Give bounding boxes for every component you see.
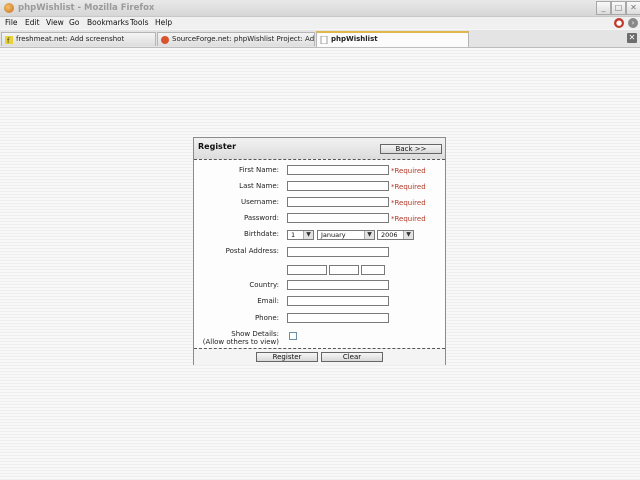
required-note: *Required [391, 215, 426, 223]
panel-footer: Register Clear [194, 348, 445, 365]
tab-sourceforge[interactable]: SourceForge.net: phpWishlist Project: Ad… [157, 32, 315, 46]
birth-day-select[interactable]: 1 ▼ [287, 230, 314, 240]
tab-phpwishlist[interactable]: phpWishlist [316, 31, 469, 47]
required-note: *Required [391, 199, 426, 207]
menu-view[interactable]: View [46, 18, 64, 27]
last-name-input[interactable] [287, 181, 389, 191]
birthdate-label: Birthdate: [244, 230, 279, 238]
last-name-label: Last Name: [239, 182, 279, 190]
postal-state-input[interactable] [329, 265, 359, 275]
sourceforge-icon [161, 36, 169, 44]
required-note: *Required [391, 183, 426, 191]
minimize-button[interactable]: _ [596, 1, 611, 15]
show-details-checkbox[interactable] [289, 332, 297, 340]
menu-file[interactable]: File [5, 18, 18, 27]
email-label: Email: [257, 297, 279, 305]
chevron-down-icon: ▼ [403, 231, 413, 239]
tab-label: freshmeat.net: Add screenshot [16, 35, 125, 43]
page-icon [320, 36, 328, 44]
postal-address-input[interactable] [287, 247, 389, 257]
postal-address-label: Postal Address: [225, 247, 279, 255]
birth-year-select[interactable]: 2006 ▼ [377, 230, 414, 240]
username-label: Username: [240, 198, 279, 206]
close-window-button[interactable]: ✕ [626, 1, 640, 15]
menu-bar: File Edit View Go Bookmarks Tools Help ●… [0, 17, 640, 29]
tab-label: SourceForge.net: phpWishlist Project: Ad… [172, 35, 315, 43]
country-input[interactable] [287, 280, 389, 290]
birth-month-select[interactable]: January ▼ [317, 230, 375, 240]
chevron-down-icon: ▼ [364, 231, 374, 239]
register-panel: Register Back >> First Name: *Required L… [193, 137, 446, 365]
menu-go[interactable]: Go [69, 18, 79, 27]
freshmeat-icon: f [5, 36, 13, 44]
phone-input[interactable] [287, 313, 389, 323]
username-input[interactable] [287, 197, 389, 207]
panel-header: Register Back >> [194, 138, 445, 160]
stop-icon[interactable]: ● [614, 18, 624, 28]
forward-icon[interactable]: › [628, 18, 638, 28]
email-input[interactable] [287, 296, 389, 306]
tab-label: phpWishlist [331, 35, 378, 43]
register-button[interactable]: Register [256, 352, 318, 362]
menu-tools[interactable]: Tools [130, 18, 148, 27]
menu-bookmarks[interactable]: Bookmarks [87, 18, 129, 27]
maximize-button[interactable]: □ [611, 1, 626, 15]
menu-help[interactable]: Help [155, 18, 172, 27]
show-details-hint: (Allow others to view) [202, 338, 279, 346]
password-input[interactable] [287, 213, 389, 223]
password-label: Password: [243, 214, 279, 222]
chevron-down-icon: ▼ [303, 231, 313, 239]
show-details-label: Show Details: [231, 330, 279, 338]
birth-month-value: January [321, 231, 346, 239]
birth-year-value: 2006 [381, 231, 398, 239]
tab-freshmeat[interactable]: f freshmeat.net: Add screenshot [1, 32, 156, 46]
window-title: phpWishlist - Mozilla Firefox [18, 3, 155, 13]
first-name-input[interactable] [287, 165, 389, 175]
panel-title: Register [198, 142, 237, 151]
close-tab-icon[interactable]: ✕ [627, 33, 637, 43]
window-titlebar: phpWishlist - Mozilla Firefox _ □ ✕ [0, 0, 640, 17]
phone-label: Phone: [254, 314, 279, 322]
postal-city-input[interactable] [287, 265, 327, 275]
postal-zip-input[interactable] [361, 265, 385, 275]
firefox-icon [4, 3, 14, 13]
clear-button[interactable]: Clear [321, 352, 383, 362]
birth-day-value: 1 [291, 231, 296, 239]
required-note: *Required [391, 167, 426, 175]
tab-bar: f freshmeat.net: Add screenshot SourceFo… [0, 30, 640, 48]
back-button[interactable]: Back >> [380, 144, 442, 154]
country-label: Country: [249, 281, 279, 289]
first-name-label: First Name: [239, 166, 279, 174]
menu-edit[interactable]: Edit [25, 18, 40, 27]
